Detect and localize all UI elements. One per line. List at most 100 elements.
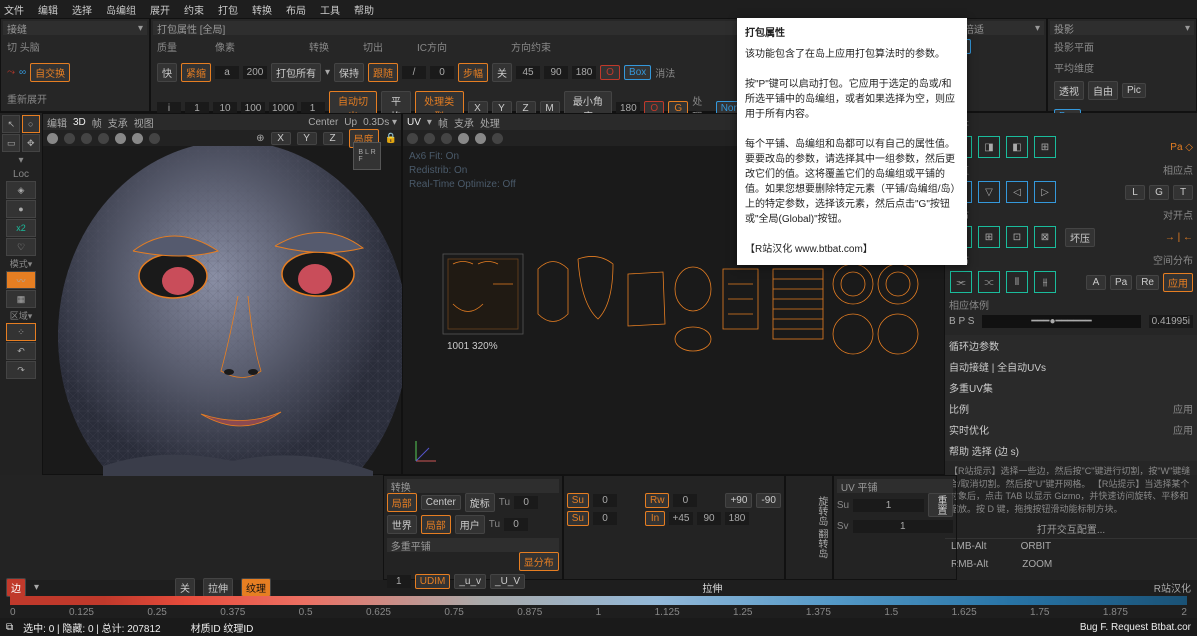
su1-val[interactable]: 1	[853, 499, 924, 512]
cb-dd[interactable]: ▾	[34, 582, 39, 593]
viewport-3d[interactable]: 编辑 3D 帧 支承 视图 Center Up 0.3Ds ▾ ⊕ X Y Z …	[42, 113, 402, 475]
box-btn[interactable]: Box	[624, 65, 651, 80]
u-s1[interactable]	[407, 133, 418, 144]
pointer-tool[interactable]: ↖	[2, 115, 20, 133]
up-label[interactable]: Up	[344, 117, 357, 128]
shade-4[interactable]	[98, 133, 109, 144]
u-s6[interactable]	[492, 133, 503, 144]
local-btn[interactable]: 局部	[387, 493, 417, 512]
menu-pack[interactable]: 打包	[218, 2, 238, 17]
vtab-3d[interactable]: 3D	[73, 117, 86, 128]
utab-supp[interactable]: 支承	[454, 115, 474, 130]
pic-btn[interactable]: Pic	[1122, 83, 1146, 98]
v180[interactable]: 180	[572, 66, 596, 79]
menu-constrain[interactable]: 约束	[184, 2, 204, 17]
sect-loop[interactable]: 循环边参数	[945, 335, 1197, 356]
sp-icon1[interactable]: ⫘	[950, 271, 972, 293]
p90-btn[interactable]: +90	[725, 493, 752, 508]
showdist-btn[interactable]: 显分布	[519, 552, 559, 571]
shade-3[interactable]	[81, 133, 92, 144]
rw-v[interactable]: 0	[673, 494, 697, 507]
lock-icon[interactable]: 🔒	[385, 133, 397, 144]
vtab-frame[interactable]: 帧	[92, 115, 102, 130]
sp-icon4[interactable]: ⫵	[1034, 271, 1056, 293]
in90[interactable]: 90	[697, 512, 721, 525]
collapse-icon[interactable]: ▾	[1185, 23, 1190, 34]
follow-button[interactable]: 跟随	[368, 63, 398, 82]
m90-btn[interactable]: -90	[756, 493, 780, 508]
redo-tool[interactable]: ↷	[6, 361, 36, 379]
stretch-gradient[interactable]	[10, 596, 1187, 605]
shield-tool[interactable]: ♡	[6, 238, 36, 256]
step-button[interactable]: 步幅	[458, 63, 488, 82]
menu-select[interactable]: 选择	[72, 2, 92, 17]
axis-x[interactable]: X	[271, 132, 291, 145]
cursor-btn[interactable]: 旋标	[465, 493, 495, 512]
align-icon4[interactable]: ⊞	[1034, 136, 1056, 158]
in-btn[interactable]: In	[645, 511, 665, 526]
su-v[interactable]: 0	[593, 494, 617, 507]
grid-tool[interactable]: ▦	[6, 290, 36, 308]
utab-frame[interactable]: 帧	[438, 115, 448, 130]
sp-icon3[interactable]: ⫴	[1006, 271, 1028, 293]
in45[interactable]: +45	[669, 512, 693, 525]
move-tool[interactable]: ✥	[22, 134, 40, 152]
menu-edit[interactable]: 编辑	[38, 2, 58, 17]
brush-tool[interactable]: 〰	[6, 271, 36, 289]
lasso-tool[interactable]: ○	[22, 115, 40, 133]
su2-v[interactable]: 0	[593, 512, 617, 525]
world-btn[interactable]: 世界	[387, 515, 417, 534]
undo-tool[interactable]: ↶	[6, 342, 36, 360]
diamond-tool[interactable]: ◈	[6, 181, 36, 199]
x2-tool[interactable]: x2	[6, 219, 36, 237]
menu-convert[interactable]: 转换	[252, 2, 272, 17]
dist-icon4[interactable]: ⊠	[1034, 226, 1056, 248]
footer-links[interactable]: Bug F. Request Btbat.cor	[1080, 622, 1191, 633]
auto-swap-button[interactable]: 自交换	[30, 63, 70, 82]
vtab-view[interactable]: 视图	[134, 115, 154, 130]
dd1[interactable]: ▾	[325, 67, 330, 78]
vtab-supp[interactable]: 支承	[108, 115, 128, 130]
cb-stretch[interactable]: 拉伸	[203, 578, 233, 597]
utab-dd[interactable]: ▾	[427, 117, 432, 128]
shade-1[interactable]	[47, 133, 58, 144]
u-s3[interactable]	[441, 133, 452, 144]
axis-y[interactable]: Y	[297, 132, 317, 145]
in180[interactable]: 180	[725, 512, 749, 525]
tight-button[interactable]: 紧缩	[181, 63, 211, 82]
str-icon4[interactable]: ▷	[1034, 181, 1056, 203]
menu-layout[interactable]: 布局	[286, 2, 306, 17]
center-label[interactable]: Center	[308, 117, 338, 128]
val-a[interactable]: a	[215, 66, 239, 79]
tu2-val[interactable]: 0	[504, 518, 528, 531]
user-btn[interactable]: 用户	[455, 515, 485, 534]
align-icon2[interactable]: ◨	[978, 136, 1000, 158]
str-icon3[interactable]: ◁	[1006, 181, 1028, 203]
local2-btn[interactable]: 局部	[421, 515, 451, 534]
shade-2[interactable]	[64, 133, 75, 144]
shade-6[interactable]	[132, 133, 143, 144]
keep-button[interactable]: 保持	[334, 63, 364, 82]
cb-tex[interactable]: 纹理	[241, 578, 271, 597]
apply-btn3[interactable]: 应用	[1173, 422, 1193, 437]
scale-label[interactable]: 0.3Ds ▾	[363, 117, 397, 128]
menu-file[interactable]: 文件	[4, 2, 24, 17]
dist-icon3[interactable]: ⊡	[1006, 226, 1028, 248]
menu-island[interactable]: 岛编组	[106, 2, 136, 17]
cb-off[interactable]: 关	[175, 578, 195, 597]
quick-button[interactable]: 快	[157, 63, 177, 82]
apply-btn[interactable]: 应用	[1163, 273, 1193, 292]
sect-help[interactable]: 帮助 选择 (边 s)	[945, 440, 1197, 461]
su-btn[interactable]: Su	[567, 493, 589, 508]
menu-unfold[interactable]: 展开	[150, 2, 170, 17]
val0[interactable]: 0	[430, 66, 454, 79]
shade-7[interactable]	[149, 133, 160, 144]
v45[interactable]: 45	[516, 66, 540, 79]
axis-icon[interactable]: ⊕	[256, 133, 264, 144]
menu-tools[interactable]: 工具	[320, 2, 340, 17]
reset-btn[interactable]: 重置	[928, 493, 953, 517]
free-btn[interactable]: 自由	[1088, 81, 1118, 100]
u-s4[interactable]	[458, 133, 469, 144]
layer-icon[interactable]: ⧉	[6, 622, 13, 633]
sphere-tool[interactable]: ●	[6, 200, 36, 218]
